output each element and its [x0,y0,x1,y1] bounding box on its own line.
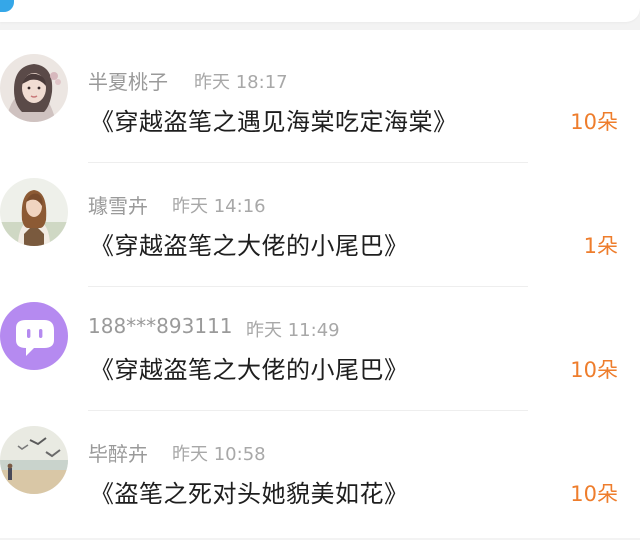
avatar[interactable] [0,302,68,370]
book-title[interactable]: 《盗笔之死对头她貌美如花》 [90,474,409,509]
gift-amount: 1朵 [583,234,618,258]
list-item[interactable]: 璩雪卉 昨天 14:16 《穿越盗笔之大佬的小尾巴》 1朵 [0,168,640,292]
avatar-woman-hanfu-image [0,54,68,122]
gift-amount: 10朵 [570,482,618,506]
gift-time: 昨天 14:16 [172,196,266,217]
book-title[interactable]: 《穿越盗笔之遇见海棠吃定海棠》 [90,102,458,137]
sender-name[interactable]: 毕醉卉 [88,438,148,467]
divider [88,162,528,163]
avatar[interactable] [0,426,68,494]
avatar-woman-photo-image [0,178,68,246]
book-title[interactable]: 《穿越盗笔之大佬的小尾巴》 [90,350,409,385]
gift-time: 昨天 11:49 [246,320,340,341]
gift-time: 昨天 10:58 [172,444,266,465]
sender-name[interactable]: 半夏桃子 [88,66,168,95]
avatar-beach-seagulls-image [0,426,68,494]
book-title[interactable]: 《穿越盗笔之大佬的小尾巴》 [90,226,409,261]
list-item[interactable]: 188***893111 昨天 11:49 《穿越盗笔之大佬的小尾巴》 10朵 [0,292,640,416]
avatar[interactable] [0,178,68,246]
sender-name[interactable]: 188***893111 [88,314,233,338]
avatar[interactable] [0,54,68,122]
sender-name[interactable]: 璩雪卉 [88,190,148,219]
divider [88,286,528,287]
gift-amount: 10朵 [570,358,618,382]
divider [88,410,528,411]
chat-bubble-icon [0,302,68,370]
gift-list: 半夏桃子 昨天 18:17 《穿越盗笔之遇见海棠吃定海棠》 10朵 璩雪卉 昨天… [0,30,640,538]
gift-amount: 10朵 [570,110,618,134]
list-item[interactable]: 毕醉卉 昨天 10:58 《盗笔之死对头她貌美如花》 10朵 [0,416,640,540]
list-item[interactable]: 半夏桃子 昨天 18:17 《穿越盗笔之遇见海棠吃定海棠》 10朵 [0,44,640,168]
accent-tab [0,0,14,12]
gift-time: 昨天 18:17 [194,72,288,93]
top-card [0,0,640,22]
